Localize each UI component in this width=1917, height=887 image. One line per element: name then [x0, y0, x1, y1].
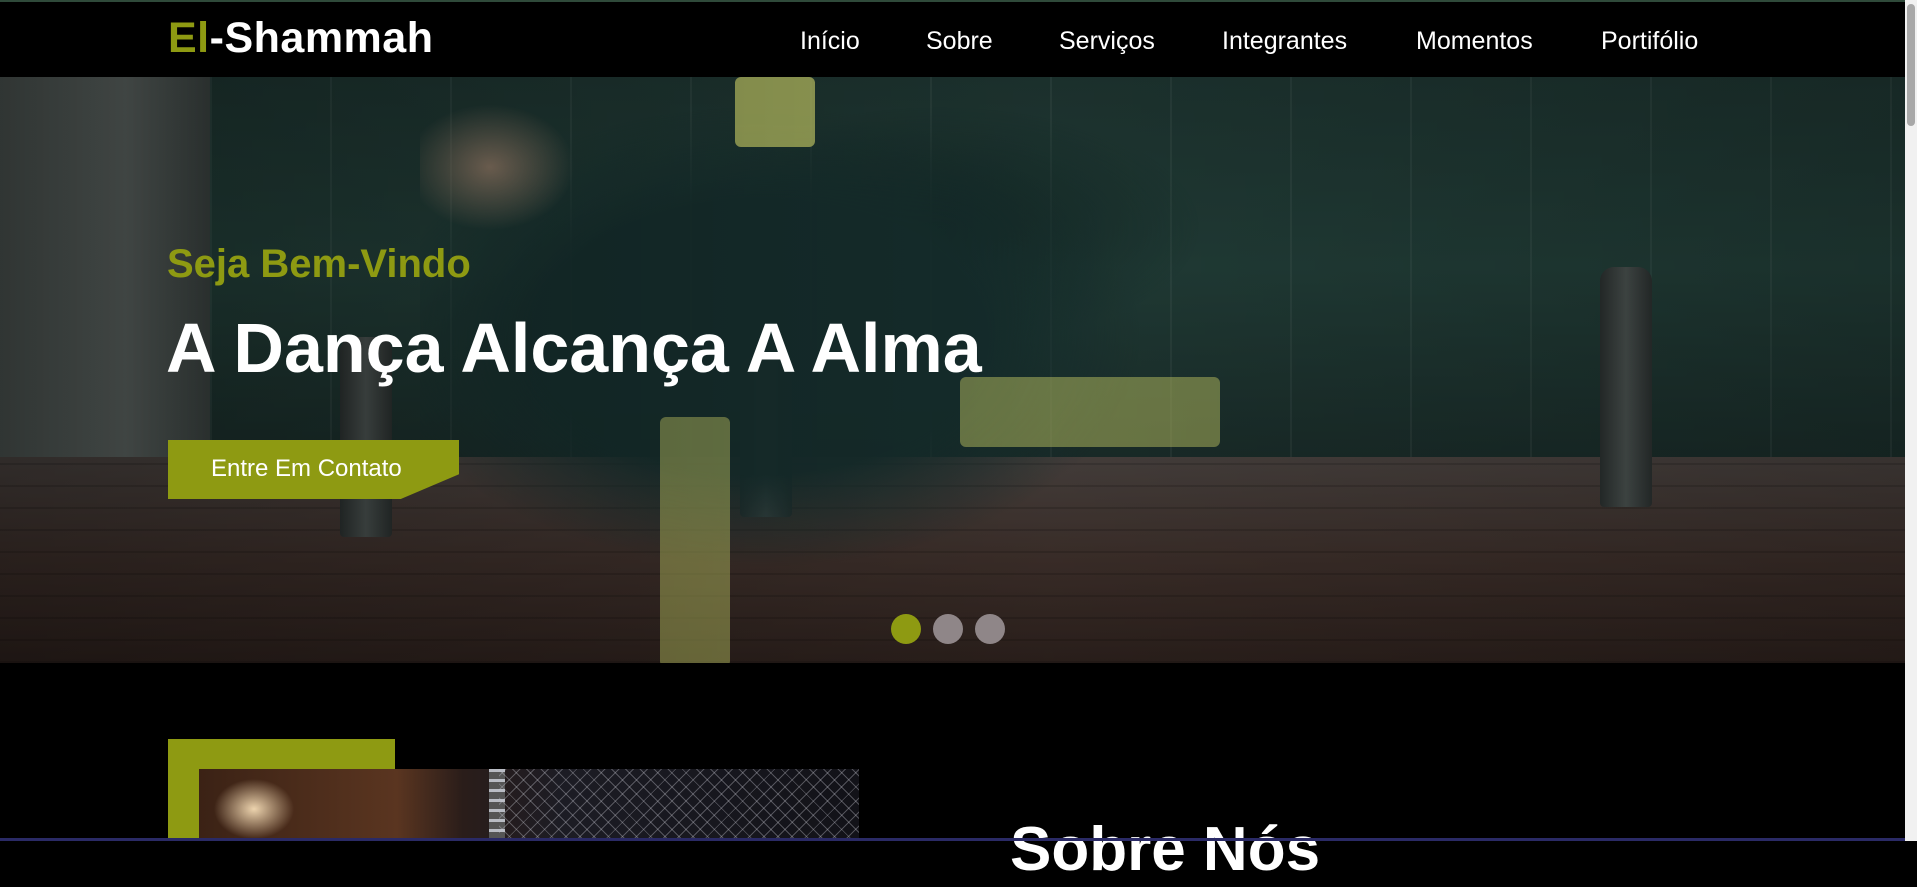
about-title: Sobre Nós [1010, 815, 1321, 884]
contact-button[interactable]: Entre Em Contato [168, 440, 459, 499]
hero-title: A Dança Alcança A Alma [166, 309, 982, 387]
scrollbar-thumb[interactable] [1907, 4, 1915, 126]
navbar: El-Shammah Início Sobre Serviços Integra… [0, 0, 1905, 77]
hero-carousel: Seja Bem-Vindo A Dança Alcança A Alma En… [0, 77, 1905, 663]
main-nav: Início Sobre Serviços Integrantes Moment… [0, 25, 1905, 57]
nav-item-integrantes[interactable]: Integrantes [1222, 25, 1347, 57]
carousel-dot-2[interactable] [933, 614, 963, 644]
carousel-dot-3[interactable] [975, 614, 1005, 644]
fence-shape [499, 769, 859, 841]
scrollbar-track[interactable] [1905, 0, 1917, 841]
carousel-dot-1[interactable] [891, 614, 921, 644]
carousel-indicators [891, 614, 1031, 644]
contact-button-label: Entre Em Contato [211, 455, 402, 482]
about-section: Sobre Nós [0, 663, 1905, 884]
nav-item-portifolio[interactable]: Portifólio [1601, 25, 1698, 57]
nav-item-inicio[interactable]: Início [800, 25, 860, 57]
nav-item-momentos[interactable]: Momentos [1416, 25, 1533, 57]
hero-subtitle: Seja Bem-Vindo [167, 242, 471, 286]
about-image [199, 769, 859, 841]
nav-item-sobre[interactable]: Sobre [926, 25, 993, 57]
nav-item-servicos[interactable]: Serviços [1059, 25, 1155, 57]
